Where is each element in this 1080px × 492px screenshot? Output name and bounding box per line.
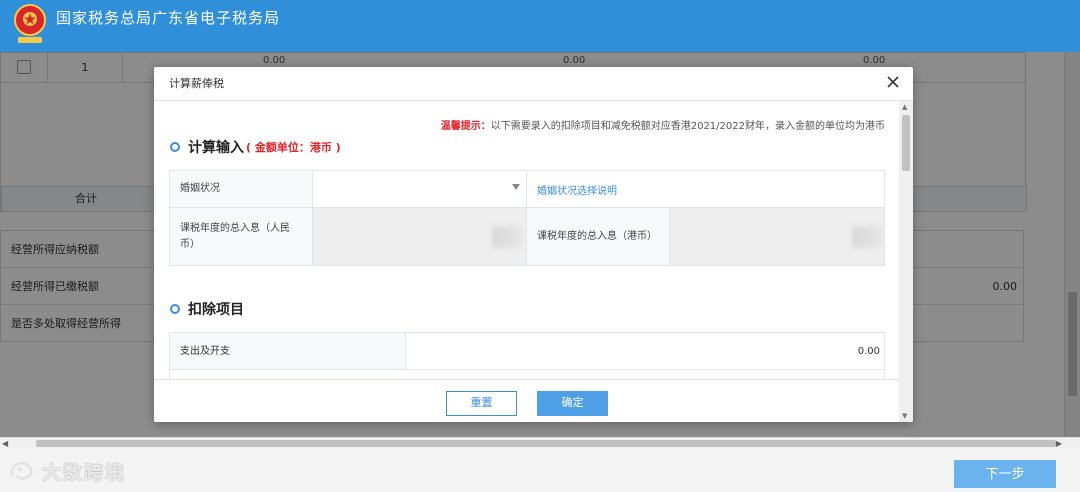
- chevron-down-icon[interactable]: [512, 184, 520, 190]
- watermark-logo-icon: [10, 461, 33, 480]
- scroll-up-arrow-icon[interactable]: ▲: [902, 103, 907, 111]
- redacted-value: [492, 226, 522, 248]
- marital-status-label: 婚姻状况: [170, 171, 313, 208]
- expenses-label: 支出及开支: [170, 333, 406, 370]
- section-header-deduction: 扣除项目: [170, 299, 244, 319]
- deduction-grid: 支出及开支 0.00: [169, 332, 885, 379]
- confirm-button[interactable]: 确定: [537, 391, 608, 416]
- dialog-vertical-scrollbar[interactable]: ▲ ▼: [899, 101, 913, 422]
- watermark: 大数跨境: [8, 457, 126, 485]
- watermark-text: 大数跨境: [42, 461, 127, 484]
- warm-tip: 温馨提示：以下需要录入的扣除项目和减免税额对应香港2021/2022财年，录入金…: [441, 117, 885, 132]
- scrollbar-thumb[interactable]: [902, 115, 910, 171]
- section-title: 计算输入: [188, 140, 244, 156]
- input-form-grid: 婚姻状况 婚姻状况选择说明 课税年度的总入息（人民币） 课税年度的总入息（港币）: [169, 170, 885, 266]
- dialog-body: 温馨提示：以下需要录入的扣除项目和减免税额对应香港2021/2022财年，录入金…: [154, 101, 899, 379]
- redacted-value: [852, 226, 882, 248]
- income-rmb-label: 课税年度的总入息（人民币）: [170, 208, 313, 265]
- section-title: 扣除项目: [188, 302, 244, 318]
- dialog-title: 计算薪俸税: [169, 77, 224, 90]
- tip-text: 以下需要录入的扣除项目和减免税额对应香港2021/2022财年，录入金额的单位均…: [490, 121, 885, 132]
- section-bullet-icon: [170, 142, 180, 152]
- income-hkd-field: [670, 208, 884, 265]
- next-step-button[interactable]: 下一步: [954, 460, 1056, 488]
- income-rmb-field: [313, 208, 527, 265]
- section-header-input: 计算输入 ( 金额单位：港币 ): [170, 137, 341, 157]
- reset-button[interactable]: 重置: [446, 391, 517, 416]
- scroll-down-arrow-icon[interactable]: ▼: [902, 412, 907, 420]
- income-hkd-label: 课税年度的总入息（港币）: [527, 208, 670, 265]
- section-bullet-icon: [170, 304, 180, 314]
- tip-label: 温馨提示：: [440, 121, 491, 132]
- salaries-tax-dialog: 计算薪俸税 温馨提示：以下需要录入的扣除项目和减免税额对应香港2021/2022…: [154, 67, 913, 422]
- dialog-header: 计算薪俸税: [154, 67, 913, 101]
- site-title: 国家税务总局广东省电子税务局: [56, 9, 281, 27]
- scrollbar-thumb[interactable]: [36, 440, 1056, 447]
- site-header: 国家税务总局广东省电子税务局: [0, 0, 1080, 52]
- currency-unit-note: ( 金额单位：港币 ): [246, 141, 341, 154]
- marital-status-help-link[interactable]: 婚姻状况选择说明: [527, 171, 884, 208]
- marital-status-select[interactable]: [313, 171, 527, 208]
- close-icon[interactable]: [885, 74, 901, 90]
- tax-emblem-icon: [14, 4, 46, 43]
- page-footer: 大数跨境 下一步: [0, 449, 1080, 492]
- page-horizontal-scrollbar[interactable]: ◀ ▶: [0, 437, 1080, 449]
- dialog-footer: 重置 确定: [154, 379, 899, 422]
- expenses-input[interactable]: 0.00: [406, 333, 884, 370]
